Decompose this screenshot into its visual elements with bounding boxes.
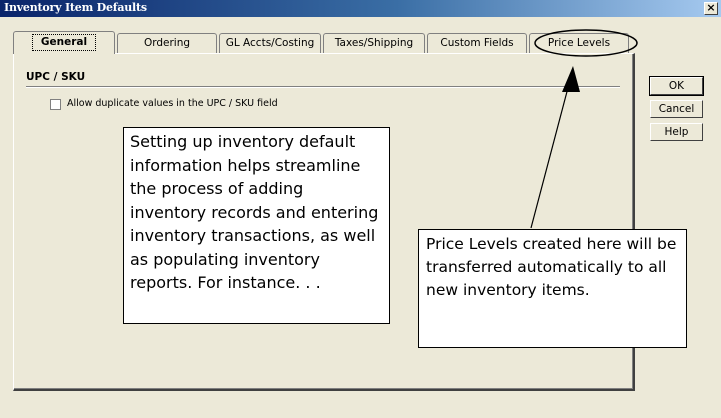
close-icon: × — [706, 1, 716, 14]
tab-label: Taxes/Shipping — [334, 37, 414, 49]
tab-label: Ordering — [143, 37, 191, 49]
cancel-button[interactable]: Cancel — [650, 100, 703, 118]
intro-callout: Setting up inventory default information… — [123, 127, 390, 324]
section-divider — [26, 86, 620, 88]
ok-button-label: OK — [668, 80, 685, 92]
title-bar: Inventory Item Defaults × — [0, 0, 721, 17]
price-levels-callout: Price Levels created here will be transf… — [418, 229, 687, 348]
tab-ordering[interactable]: Ordering — [117, 33, 217, 53]
allow-duplicate-upc-label: Allow duplicate values in the UPC / SKU … — [67, 98, 278, 109]
tab-label: Custom Fields — [440, 37, 514, 49]
tab-taxes-shipping[interactable]: Taxes/Shipping — [323, 33, 425, 53]
tab-custom-fields[interactable]: Custom Fields — [427, 33, 527, 53]
allow-duplicate-upc-checkbox[interactable] — [50, 99, 61, 110]
tab-price-levels[interactable]: Price Levels — [529, 33, 629, 53]
ok-button[interactable]: OK — [649, 76, 704, 96]
tab-general[interactable]: General — [13, 31, 115, 54]
section-title: UPC / SKU — [26, 71, 86, 83]
tab-label: General — [31, 34, 97, 51]
close-button[interactable]: × — [704, 2, 718, 15]
cancel-button-label: Cancel — [658, 103, 695, 115]
tab-label: GL Accts/Costing — [225, 37, 315, 49]
window-title: Inventory Item Defaults — [4, 1, 147, 14]
help-button[interactable]: Help — [650, 123, 703, 141]
help-button-label: Help — [664, 126, 689, 138]
tab-label: Price Levels — [547, 37, 611, 49]
dialog-window: Inventory Item Defaults × General Orderi… — [0, 0, 721, 418]
tab-gl-accts-costing[interactable]: GL Accts/Costing — [219, 33, 321, 53]
